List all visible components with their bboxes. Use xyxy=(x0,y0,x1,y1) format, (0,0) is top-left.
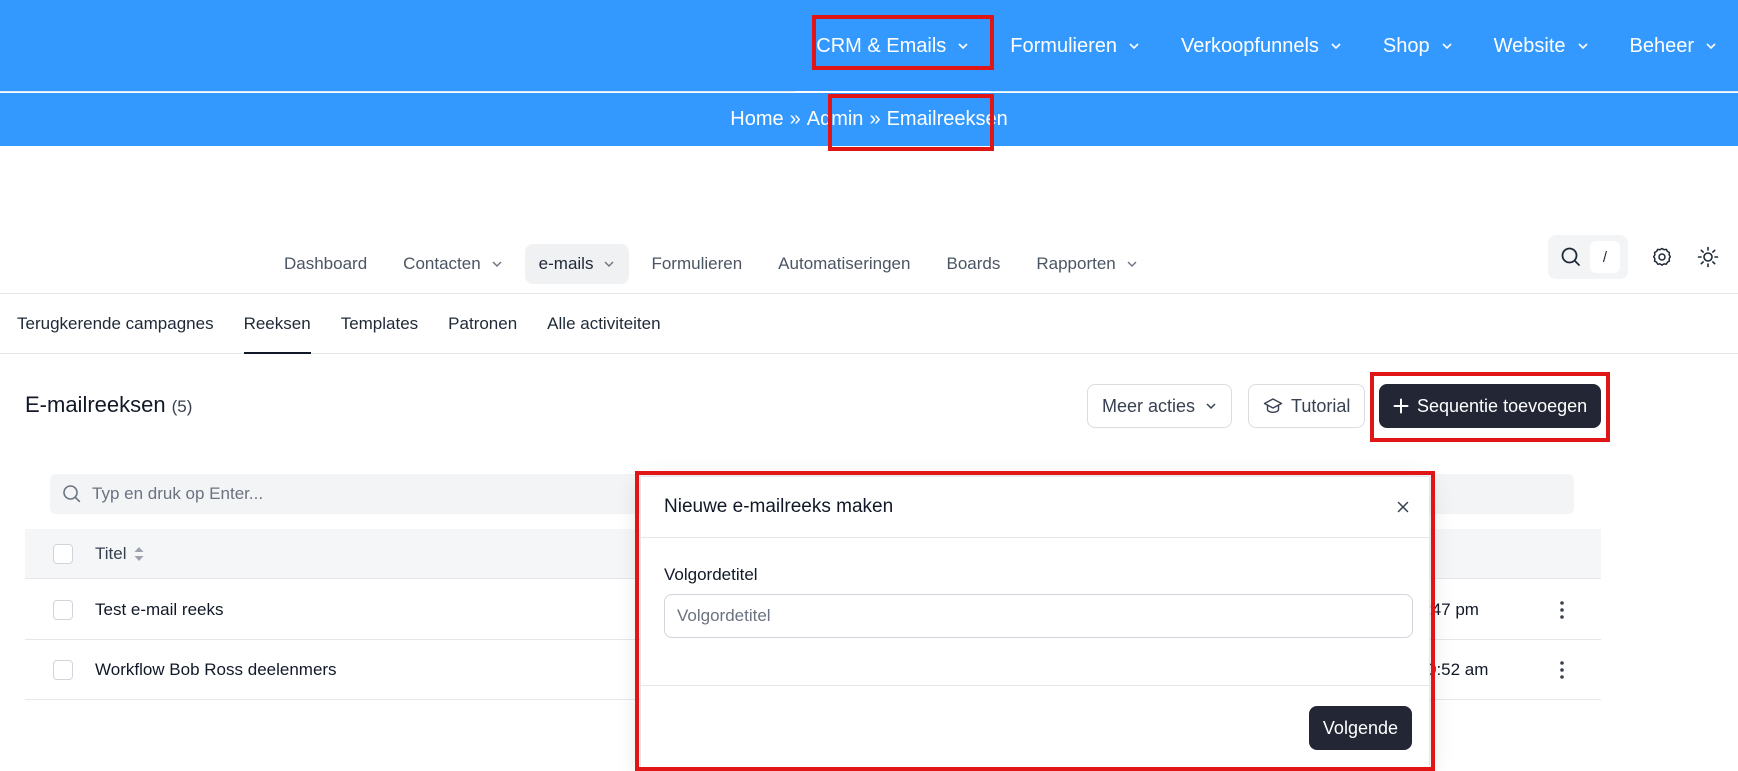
page-title: E-mailreeksen xyxy=(25,392,166,417)
column-title-sort[interactable]: Titel xyxy=(95,544,145,564)
nav-crm-emails-label: CRM & Emails xyxy=(816,34,947,57)
chevron-down-icon xyxy=(1127,261,1137,267)
tab-alle-activiteiten[interactable]: Alle activiteiten xyxy=(547,294,660,353)
chevron-down-icon xyxy=(1331,43,1341,50)
more-actions-label: Meer acties xyxy=(1102,395,1196,416)
sequence-title-input[interactable] xyxy=(664,594,1413,638)
modal-body: Volgordetitel xyxy=(641,538,1429,686)
chevron-down-icon xyxy=(1442,43,1452,50)
chevron-down-icon xyxy=(1206,403,1216,410)
breadcrumb-bar: Home » Admin » Emailreeksen xyxy=(0,93,1738,146)
sort-icon xyxy=(134,546,143,561)
chevron-down-icon xyxy=(604,261,614,267)
nav-beheer[interactable]: Beheer xyxy=(1610,0,1738,92)
search-icon xyxy=(1561,247,1581,267)
row-checkbox[interactable] xyxy=(53,659,73,680)
nav-website-label: Website xyxy=(1493,34,1566,57)
nav-formulieren-label: Formulieren xyxy=(1010,34,1117,57)
subnav-emails[interactable]: e-mails xyxy=(524,244,630,284)
modal-footer: Volgende xyxy=(641,686,1429,768)
more-vertical-icon[interactable] xyxy=(1552,598,1572,622)
tab-templates[interactable]: Templates xyxy=(341,294,418,353)
sun-icon[interactable] xyxy=(1696,245,1720,269)
subnav-rapporten-label: Rapporten xyxy=(1036,254,1116,273)
page-count: (5) xyxy=(171,397,193,416)
row-title[interactable]: Workflow Bob Ross deelenmers xyxy=(95,660,337,680)
tab-patronen[interactable]: Patronen xyxy=(448,294,517,353)
top-navbar: CRM & Emails Formulieren Verkoopfunnels … xyxy=(0,0,1738,93)
chevron-down-icon xyxy=(1129,43,1139,50)
settings-icon[interactable] xyxy=(1650,245,1674,269)
more-vertical-icon[interactable] xyxy=(1552,658,1572,682)
chevron-down-icon xyxy=(1577,43,1588,50)
search-icon xyxy=(63,485,81,503)
tab-reeksen[interactable]: Reeksen xyxy=(243,294,311,354)
subnav-formulieren-label: Formulieren xyxy=(651,254,743,273)
close-icon[interactable] xyxy=(1395,499,1411,515)
modal-title: Nieuwe e-mailreeks maken xyxy=(664,496,894,517)
row-date: 0:52 am xyxy=(1427,659,1489,679)
breadcrumb-home[interactable]: Home xyxy=(730,108,783,131)
subnav-rapporten[interactable]: Rapporten xyxy=(1022,244,1151,284)
nav-beheer-label: Beheer xyxy=(1629,34,1695,57)
main-nav: CRM & Emails Formulieren Verkoopfunnels … xyxy=(796,0,1738,93)
breadcrumb-current[interactable]: Emailreeksen xyxy=(887,108,1008,131)
subnav-dashboard-label: Dashboard xyxy=(284,254,368,273)
add-sequence-button[interactable]: Sequentie toevoegen xyxy=(1379,384,1602,428)
sequence-title-label: Volgordetitel xyxy=(664,565,758,584)
plus-icon xyxy=(1393,398,1409,414)
add-sequence-label: Sequentie toevoegen xyxy=(1417,395,1588,416)
row-checkbox[interactable] xyxy=(53,599,73,620)
column-title-label: Titel xyxy=(95,543,127,563)
subnav-boards-label: Boards xyxy=(946,254,1001,273)
row-title[interactable]: Test e-mail reeks xyxy=(95,600,223,620)
next-button[interactable]: Volgende xyxy=(1308,706,1412,750)
sub-nav-items: Dashboard Contacten e-mails Formulieren … xyxy=(270,234,1152,294)
breadcrumb: Home » Admin » Emailreeksen xyxy=(730,108,1007,131)
new-sequence-modal: Nieuwe e-mailreeks maken Volgordetitel V… xyxy=(640,476,1430,768)
nav-website[interactable]: Website xyxy=(1474,0,1610,92)
subnav-formulieren[interactable]: Formulieren xyxy=(637,244,756,284)
page-header: E-mailreeksen (5) xyxy=(25,392,192,418)
subnav-dashboard[interactable]: Dashboard xyxy=(270,244,381,284)
nav-crm-emails[interactable]: CRM & Emails xyxy=(796,0,991,93)
subnav-boards[interactable]: Boards xyxy=(932,244,1014,284)
tab-terugkerende-campagnes[interactable]: Terugkerende campagnes xyxy=(17,294,214,353)
chevron-down-icon xyxy=(492,261,502,267)
nav-shop-label: Shop xyxy=(1382,34,1430,57)
subnav-automatiseringen-label: Automatiseringen xyxy=(778,254,911,273)
more-actions-button[interactable]: Meer acties xyxy=(1087,384,1233,428)
chevron-down-icon xyxy=(958,43,968,50)
nav-verkoopfunnels-label: Verkoopfunnels xyxy=(1181,34,1319,57)
row-date: :47 pm xyxy=(1427,599,1479,619)
subnav-emails-label: e-mails xyxy=(538,254,594,273)
subnav-automatiseringen[interactable]: Automatiseringen xyxy=(764,244,924,284)
nav-formulieren[interactable]: Formulieren xyxy=(990,0,1161,92)
modal-header: Nieuwe e-mailreeks maken xyxy=(641,477,1429,538)
breadcrumb-separator: » xyxy=(869,108,881,130)
tabs: Terugkerende campagnes Reeksen Templates… xyxy=(0,294,1738,354)
breadcrumb-separator: » xyxy=(789,108,801,130)
select-all-checkbox[interactable] xyxy=(53,543,73,564)
global-search-button[interactable]: / xyxy=(1548,235,1628,279)
tutorial-button[interactable]: Tutorial xyxy=(1248,384,1366,428)
tutorial-label: Tutorial xyxy=(1291,395,1351,416)
subnav-contacten-label: Contacten xyxy=(403,254,481,273)
graduation-cap-icon xyxy=(1263,397,1283,415)
subnav-contacten[interactable]: Contacten xyxy=(389,244,517,284)
breadcrumb-admin[interactable]: Admin xyxy=(807,108,864,131)
nav-verkoopfunnels[interactable]: Verkoopfunnels xyxy=(1161,0,1363,92)
search-shortcut-key: / xyxy=(1590,241,1620,273)
nav-shop[interactable]: Shop xyxy=(1363,0,1474,92)
toolbar-right: / xyxy=(1548,234,1720,280)
table-search-input[interactable] xyxy=(92,484,692,504)
sub-navbar: Dashboard Contacten e-mails Formulieren … xyxy=(0,234,1738,294)
chevron-down-icon xyxy=(1706,43,1716,50)
